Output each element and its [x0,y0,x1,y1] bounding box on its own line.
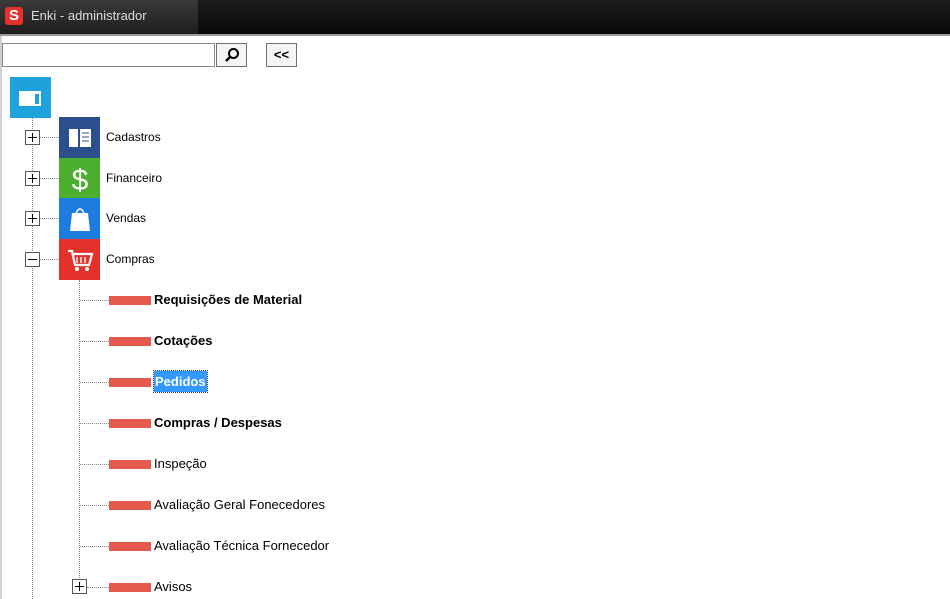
compras-icon[interactable] [59,239,100,280]
item-bar-icon [109,501,151,510]
tree-item-cadastros[interactable]: Cadastros [106,130,161,144]
expand-vendas-button[interactable] [25,211,40,226]
window-icon [19,91,41,106]
tree-item-requisicoes[interactable]: Requisições de Material [154,292,302,307]
tree-line [40,259,59,260]
vendas-icon[interactable] [59,198,100,239]
svg-text:$: $ [71,164,88,196]
search-input[interactable] [2,43,215,67]
shopping-cart-icon [67,249,93,271]
item-bar-icon [109,542,151,551]
tree-line [40,218,59,219]
item-bar-icon [109,419,151,428]
magnifier-icon [224,48,239,62]
tree-line [80,546,109,547]
tree-item-avaliacao-geral[interactable]: Avaliação Geral Fonecedores [154,497,325,512]
item-bar-icon [109,583,151,592]
tree-item-pedidos[interactable]: Pedidos [153,370,208,393]
frame-divider [0,34,950,36]
tree-item-avisos[interactable]: Avisos [154,579,192,594]
collapse-panel-button[interactable]: << [266,43,297,67]
tree-item-inspecao[interactable]: Inspeção [154,456,207,471]
tree-line [80,300,109,301]
financeiro-icon[interactable]: $ [59,158,100,199]
item-bar-icon [109,337,151,346]
tree-line [40,137,59,138]
expand-financeiro-button[interactable] [25,171,40,186]
tree-item-vendas[interactable]: Vendas [106,211,146,225]
tree-line [80,505,109,506]
shopping-bag-icon [69,207,90,231]
search-button[interactable] [216,43,247,67]
cadastros-icon[interactable] [59,117,100,158]
tree-line [80,464,109,465]
item-bar-icon [109,296,151,305]
tree-item-cotacoes[interactable]: Cotações [154,333,213,348]
expand-avisos-button[interactable] [72,579,87,594]
tree-item-compras[interactable]: Compras [106,252,155,266]
root-node-icon[interactable] [10,77,51,118]
left-frame-border [0,36,2,599]
tree-item-avaliacao-tecnica[interactable]: Avaliação Técnica Fornecedor [154,538,329,553]
tree-line [80,423,109,424]
expand-cadastros-button[interactable] [25,130,40,145]
tree-line [87,587,109,588]
window-title: Enki - administrador [31,8,147,23]
tree-item-compras-despesas[interactable]: Compras / Despesas [154,415,282,430]
tree-line [32,118,33,599]
title-bar[interactable]: S Enki - administrador [0,0,950,34]
tree-line [80,382,109,383]
dollar-icon: $ [71,164,88,196]
item-bar-icon [109,378,151,387]
collapse-compras-button[interactable] [25,252,40,267]
book-icon [68,128,91,147]
tree-item-financeiro[interactable]: Financeiro [106,171,162,185]
tree-line [80,341,109,342]
item-bar-icon [109,460,151,469]
app-logo-icon: S [5,7,23,25]
tree-line [79,280,80,586]
tree-line [40,178,59,179]
